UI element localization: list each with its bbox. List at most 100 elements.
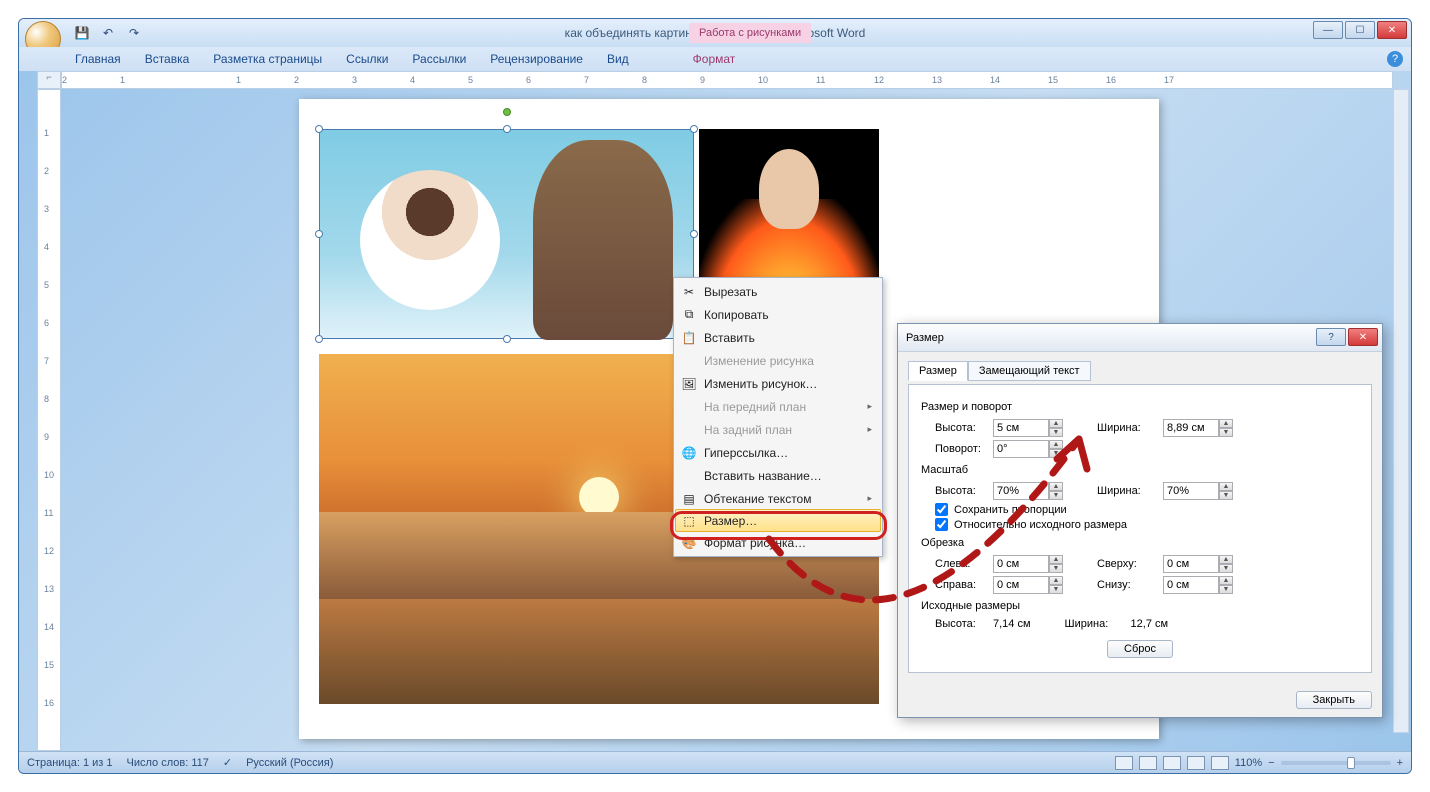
crop-bottom-input[interactable] (1163, 576, 1219, 594)
size-icon: ⬚ (680, 512, 698, 530)
selected-image[interactable] (319, 129, 694, 339)
zoom-slider[interactable] (1281, 761, 1391, 765)
tab-mailings[interactable]: Рассылки (402, 48, 476, 70)
rotate-handle[interactable] (503, 108, 511, 116)
menu-bring-forward: На передний план▸ (676, 395, 880, 418)
picture-tools-label: Работа с рисунками (689, 23, 811, 43)
status-words[interactable]: Число слов: 117 (127, 757, 209, 769)
resize-handle-tr[interactable] (690, 125, 698, 133)
close-button[interactable]: ✕ (1377, 21, 1407, 39)
crop-left-input[interactable] (993, 555, 1049, 573)
qat-undo-icon[interactable]: ↶ (97, 22, 119, 44)
orig-w-value: 12,7 см (1131, 618, 1169, 630)
qat-redo-icon[interactable]: ↷ (123, 22, 145, 44)
status-proofing-icon[interactable]: ✓ (223, 756, 232, 769)
rotation-input[interactable] (993, 440, 1049, 458)
resize-handle-l[interactable] (315, 230, 323, 238)
tab-home[interactable]: Главная (65, 48, 131, 70)
size-dialog: Размер ? ✕ Размер Замещающий текст Разме… (897, 323, 1383, 718)
menu-insert-caption[interactable]: Вставить название… (676, 464, 880, 487)
spin-down[interactable]: ▼ (1049, 428, 1063, 437)
scale-w-label: Ширина: (1097, 485, 1157, 497)
context-menu: ✂Вырезать ⧉Копировать 📋Вставить Изменени… (673, 277, 883, 557)
tab-format[interactable]: Формат (683, 48, 746, 70)
crop-top-label: Сверху: (1097, 558, 1157, 570)
tab-insert[interactable]: Вставка (135, 48, 200, 70)
tab-references[interactable]: Ссылки (336, 48, 398, 70)
crop-right-input[interactable] (993, 576, 1049, 594)
height-input[interactable] (993, 419, 1049, 437)
dialog-titlebar[interactable]: Размер ? ✕ (898, 324, 1382, 352)
group-crop: Обрезка (921, 537, 1359, 549)
menu-change-image: Изменение рисунка (676, 349, 880, 372)
crop-bottom-label: Снизу: (1097, 579, 1157, 591)
group-scale: Масштаб (921, 464, 1359, 476)
zoom-level[interactable]: 110% (1235, 757, 1262, 769)
menu-replace-image[interactable]: 🖼Изменить рисунок… (676, 372, 880, 395)
menu-size[interactable]: ⬚Размер… (675, 509, 881, 532)
view-draft[interactable] (1211, 756, 1229, 770)
width-input[interactable] (1163, 419, 1219, 437)
close-dialog-button[interactable]: Закрыть (1296, 691, 1372, 709)
menu-cut[interactable]: ✂Вырезать (676, 280, 880, 303)
orig-h-value: 7,14 см (993, 618, 1031, 630)
crop-right-label: Справа: (935, 579, 987, 591)
group-size-rotate: Размер и поворот (921, 401, 1359, 413)
horizontal-ruler[interactable]: 211234567891011121314151617 (61, 71, 1393, 89)
dialog-tab-size[interactable]: Размер (908, 361, 968, 381)
group-original: Исходные размеры (921, 600, 1359, 612)
qat-save-icon[interactable]: 💾 (71, 22, 93, 44)
height-label: Высота: (935, 422, 987, 434)
status-language[interactable]: Русский (Россия) (246, 757, 333, 769)
lock-aspect-checkbox[interactable] (935, 503, 948, 516)
format-icon: 🎨 (680, 534, 698, 552)
tab-view[interactable]: Вид (597, 48, 639, 70)
dialog-tab-alt-text[interactable]: Замещающий текст (968, 361, 1091, 381)
zoom-out-button[interactable]: − (1268, 757, 1274, 769)
vertical-scrollbar[interactable] (1393, 89, 1409, 733)
relative-original-checkbox[interactable] (935, 518, 948, 531)
resize-handle-b[interactable] (503, 335, 511, 343)
resize-handle-t[interactable] (503, 125, 511, 133)
status-bar: Страница: 1 из 1 Число слов: 117 ✓ Русск… (19, 751, 1411, 773)
dialog-help-button[interactable]: ? (1316, 328, 1346, 346)
dialog-title: Размер (906, 332, 944, 344)
menu-text-wrapping[interactable]: ▤Обтекание текстом▸ (676, 487, 880, 510)
scale-w-input[interactable] (1163, 482, 1219, 500)
dialog-close-button[interactable]: ✕ (1348, 328, 1378, 346)
reset-button[interactable]: Сброс (1107, 640, 1173, 658)
resize-handle-tl[interactable] (315, 125, 323, 133)
resize-handle-r[interactable] (690, 230, 698, 238)
scissors-icon: ✂ (680, 283, 698, 301)
zoom-in-button[interactable]: + (1397, 757, 1403, 769)
menu-hyperlink[interactable]: 🌐Гиперссылка… (676, 441, 880, 464)
scale-h-input[interactable] (993, 482, 1049, 500)
paste-icon: 📋 (680, 329, 698, 347)
view-outline[interactable] (1187, 756, 1205, 770)
view-web-layout[interactable] (1163, 756, 1181, 770)
width-label: Ширина: (1097, 422, 1157, 434)
maximize-button[interactable]: ☐ (1345, 21, 1375, 39)
ruler-corner: ⌐ (37, 71, 61, 89)
status-page[interactable]: Страница: 1 из 1 (27, 757, 113, 769)
menu-copy[interactable]: ⧉Копировать (676, 303, 880, 326)
menu-send-backward: На задний план▸ (676, 418, 880, 441)
spin-up[interactable]: ▲ (1049, 419, 1063, 428)
link-icon: 🌐 (680, 444, 698, 462)
picture-icon: 🖼 (680, 375, 698, 393)
crop-left-label: Слева: (935, 558, 987, 570)
minimize-button[interactable]: — (1313, 21, 1343, 39)
orig-h-label: Высота: (935, 618, 987, 630)
menu-format-picture[interactable]: 🎨Формат рисунка… (676, 531, 880, 554)
tab-page-layout[interactable]: Разметка страницы (203, 48, 332, 70)
resize-handle-bl[interactable] (315, 335, 323, 343)
help-icon[interactable]: ? (1387, 51, 1403, 67)
ribbon-tabs: Главная Вставка Разметка страницы Ссылки… (19, 47, 1411, 71)
menu-paste[interactable]: 📋Вставить (676, 326, 880, 349)
wrap-icon: ▤ (680, 490, 698, 508)
view-full-screen[interactable] (1139, 756, 1157, 770)
view-print-layout[interactable] (1115, 756, 1133, 770)
crop-top-input[interactable] (1163, 555, 1219, 573)
tab-review[interactable]: Рецензирование (480, 48, 593, 70)
vertical-ruler[interactable]: 12345678910111213141516 (37, 89, 61, 751)
